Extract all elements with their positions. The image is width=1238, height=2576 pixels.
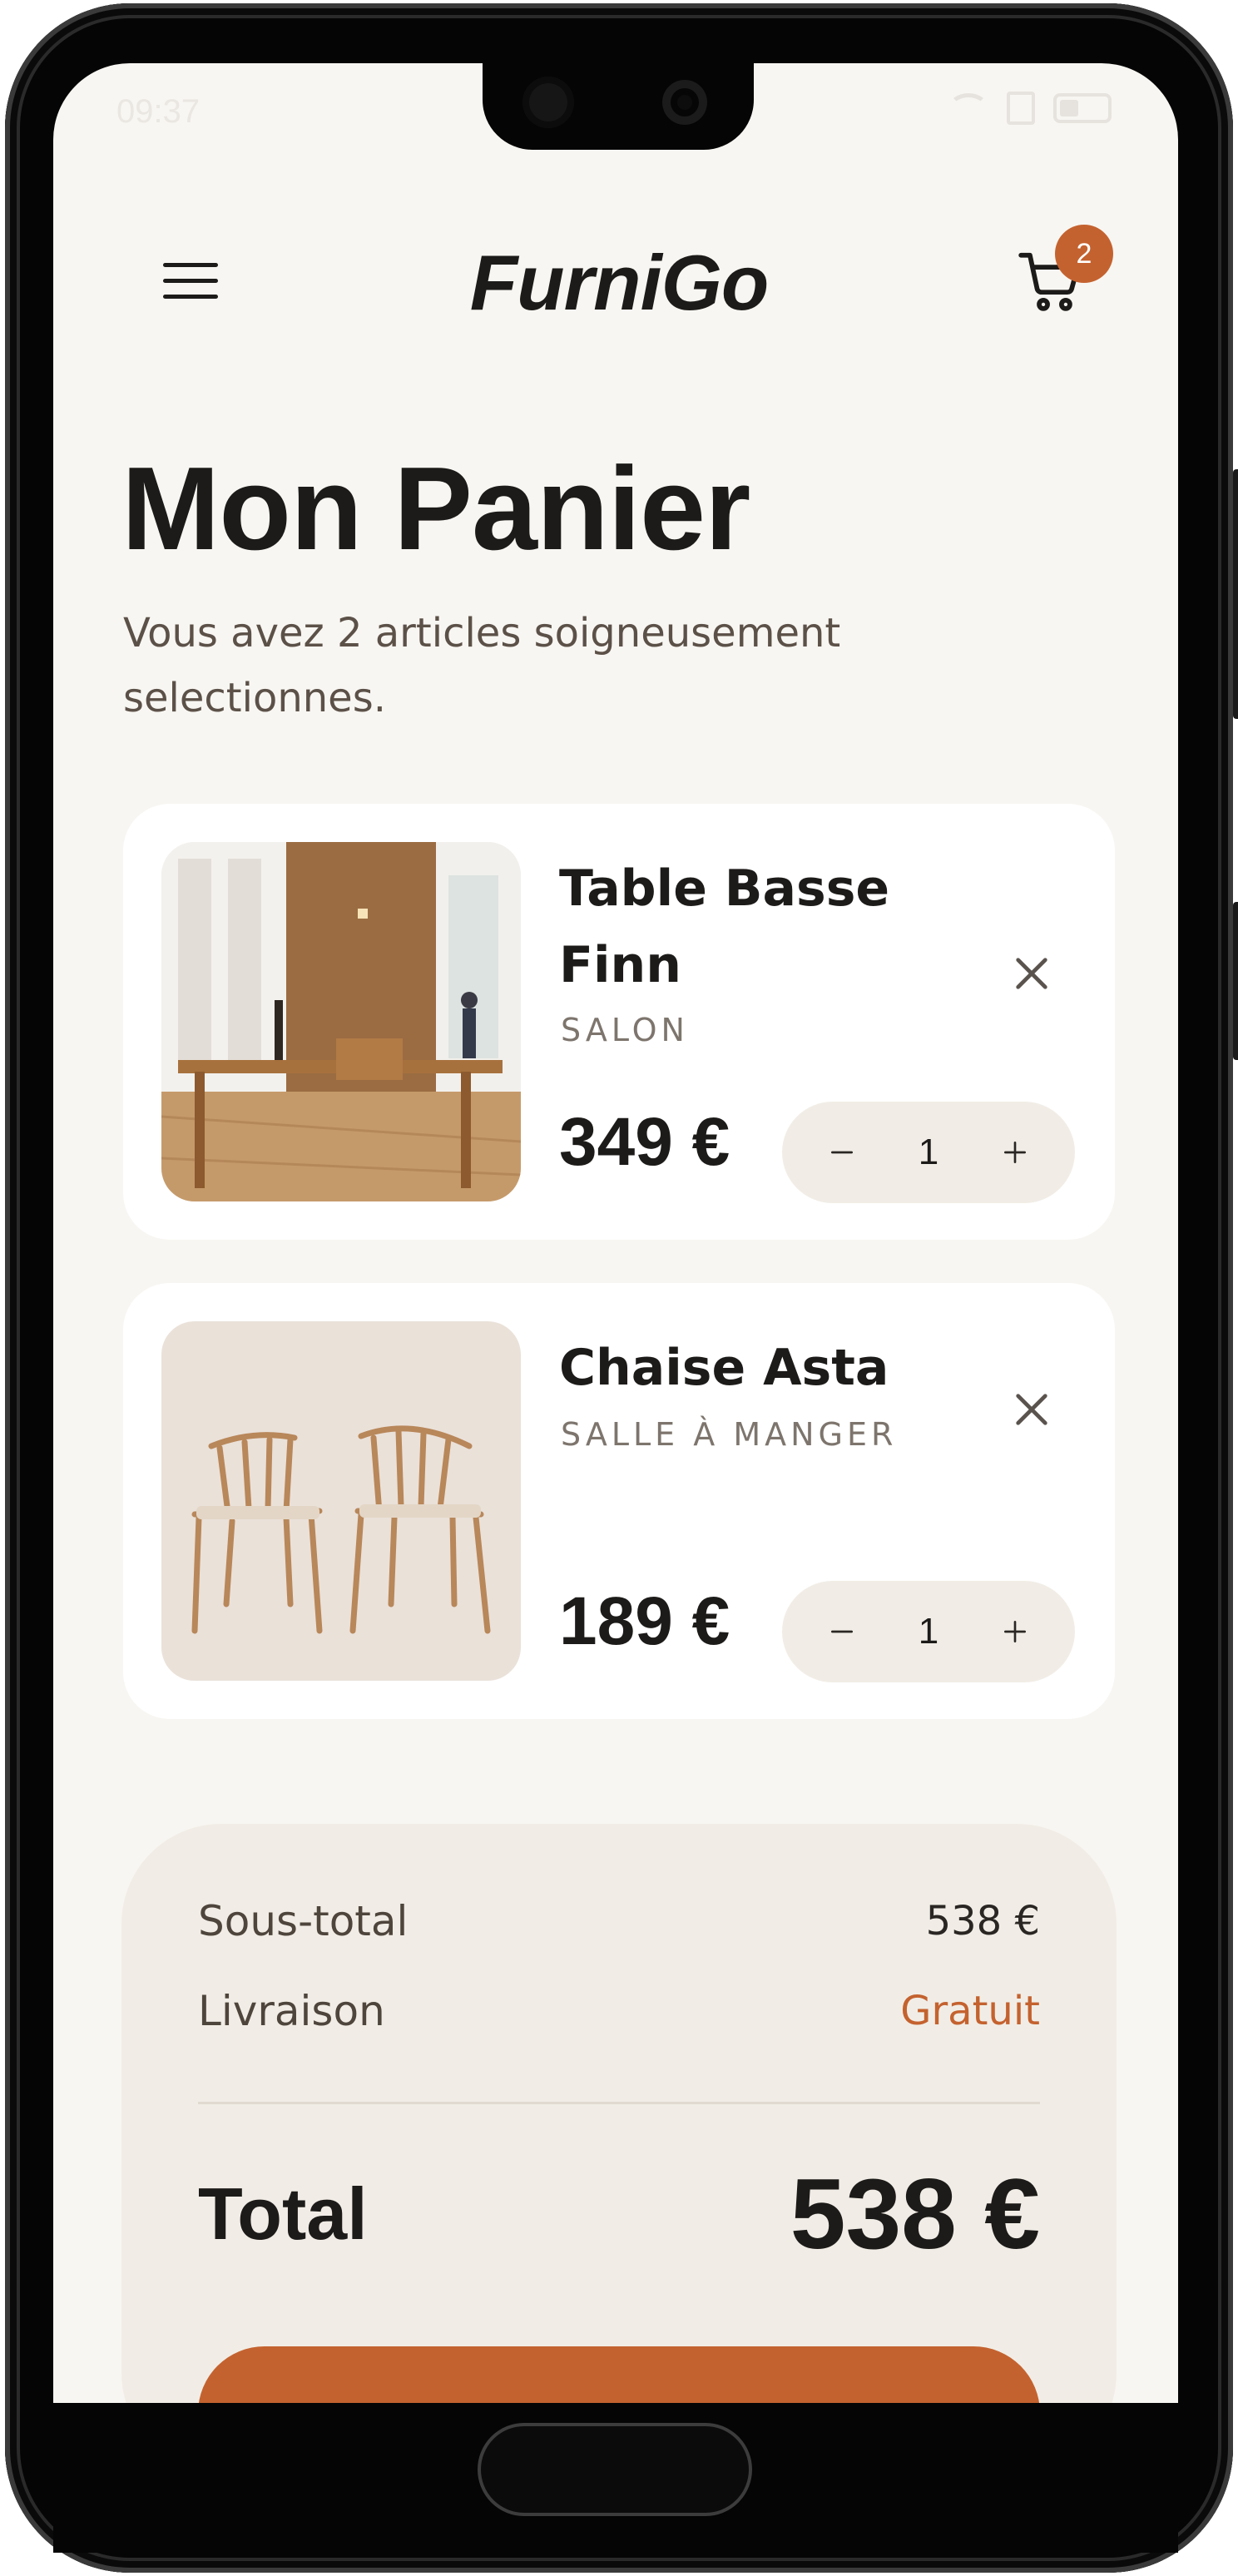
menu-icon[interactable] xyxy=(163,263,218,300)
decrease-quantity-button[interactable] xyxy=(822,1612,862,1652)
remove-item-button[interactable] xyxy=(1008,950,1055,997)
status-time: 09:37 xyxy=(116,93,201,130)
quantity-stepper: 1 xyxy=(782,1581,1075,1682)
product-image-chair[interactable] xyxy=(161,1321,521,1681)
page-title: Mon Panier xyxy=(121,443,750,575)
cart-item: Table Basse Finn SALON 349 € 1 xyxy=(123,804,1115,1240)
product-image-table[interactable] xyxy=(161,842,521,1201)
table-photo xyxy=(161,842,521,1201)
quantity-value: 1 xyxy=(918,1132,939,1172)
shipping-row: Livraison Gratuit xyxy=(198,1987,1040,2035)
item-name[interactable]: Table Basse Finn xyxy=(559,850,925,1003)
subtotal-value: 538 € xyxy=(925,1898,1040,1944)
battery-icon xyxy=(1053,93,1112,123)
close-icon xyxy=(1016,958,1047,989)
total-row: Total 538 € xyxy=(198,2157,1040,2271)
remove-item-button[interactable] xyxy=(1008,1386,1055,1433)
power-button xyxy=(1233,469,1238,719)
item-name[interactable]: Chaise Asta xyxy=(559,1330,925,1406)
item-price: 349 € xyxy=(559,1104,730,1180)
speaker xyxy=(522,77,574,128)
minus-icon xyxy=(831,1151,853,1154)
total-label: Total xyxy=(198,2172,368,2255)
close-icon xyxy=(1016,1394,1047,1425)
wifi-icon xyxy=(948,93,988,123)
quantity-value: 1 xyxy=(918,1611,939,1652)
shipping-label: Livraison xyxy=(198,1987,385,2035)
front-camera xyxy=(662,80,707,125)
cart-count-badge: 2 xyxy=(1055,225,1113,283)
order-summary: Sous-total 538 € Livraison Gratuit Total… xyxy=(121,1824,1117,2479)
shipping-value: Gratuit xyxy=(900,1988,1040,2034)
status-icons xyxy=(948,92,1112,125)
chair-photo xyxy=(161,1321,521,1681)
item-category: SALLE À MANGER xyxy=(561,1416,898,1453)
minus-icon xyxy=(831,1630,853,1633)
subtotal-label: Sous-total xyxy=(198,1897,409,1945)
increase-quantity-button[interactable] xyxy=(995,1132,1035,1172)
item-category: SALON xyxy=(561,1012,689,1048)
subtotal-row: Sous-total 538 € xyxy=(198,1897,1040,1945)
plus-icon xyxy=(1003,1621,1026,1642)
item-price: 189 € xyxy=(559,1583,730,1659)
app-header: FurniGo 2 xyxy=(0,0,1238,326)
page-subtitle: Vous avez 2 articles soigneusement selec… xyxy=(123,610,841,721)
increase-quantity-button[interactable] xyxy=(995,1612,1035,1652)
quantity-stepper: 1 xyxy=(782,1102,1075,1203)
summary-divider xyxy=(198,2102,1040,2104)
cart-item: Chaise Asta SALLE À MANGER 189 € 1 xyxy=(123,1283,1115,1719)
volume-button xyxy=(1233,902,1238,1060)
home-button[interactable] xyxy=(478,2423,752,2516)
total-value: 538 € xyxy=(790,2158,1040,2270)
sim-icon xyxy=(1007,92,1035,125)
plus-icon xyxy=(1003,1142,1026,1163)
decrease-quantity-button[interactable] xyxy=(822,1132,862,1172)
